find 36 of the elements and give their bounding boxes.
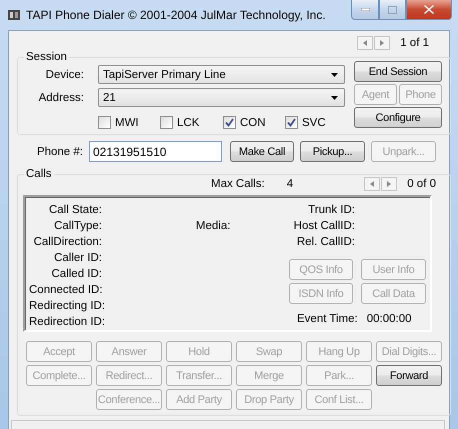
field-label: CallDirection: [32, 235, 102, 250]
button[interactable]: Make Call [230, 141, 294, 162]
field-label: Phone #: [36, 146, 83, 158]
address-dropdown[interactable]: 21 [98, 88, 345, 107]
group-label: Calls [25, 168, 53, 180]
field-label: Called ID: [50, 267, 102, 282]
field-label: Redirection ID: [29, 315, 102, 330]
field-label: Rel. CallID: [296, 235, 355, 250]
device-dropdown[interactable]: TapiServer Primary Line [98, 65, 345, 84]
window-title: TAPI Phone Dialer © 2001-2004 JulMar Technology, Inc. [26, 8, 327, 22]
button[interactable]: End Session [354, 61, 442, 82]
field-label: Connected ID: [29, 283, 102, 298]
field-value: 4 [286, 178, 294, 190]
field-label: Media: [196, 219, 230, 234]
field-label: Caller ID: [53, 251, 102, 266]
field-label: Max Calls: [211, 178, 265, 190]
field-value: 00:00:00 [366, 313, 412, 325]
field-label: Address: [38, 92, 84, 104]
field-label: Host CallID: [294, 219, 355, 234]
field-label: Redirecting ID: [29, 299, 102, 314]
phone-number-field[interactable]: 02131951510 [89, 141, 222, 162]
checkbox-label: LCK [177, 116, 200, 128]
field-label: Event Time: [297, 313, 358, 325]
field-label: Call State: [48, 203, 102, 218]
button[interactable]: Forward [376, 365, 442, 386]
group-label: Session [25, 51, 68, 63]
field-label: CallType: [53, 219, 102, 234]
checkbox-label: SVC [302, 116, 326, 128]
field-label: Trunk ID: [308, 203, 355, 218]
page-counter: 1 of 1 [400, 37, 429, 49]
checkbox-label: MWI [115, 116, 139, 128]
checkbox-label: CON [240, 116, 266, 128]
field-label: Device: [44, 68, 84, 80]
button[interactable]: Configure [354, 107, 442, 128]
page-counter: 0 of 0 [407, 178, 436, 190]
button[interactable]: Pickup... [300, 141, 365, 162]
